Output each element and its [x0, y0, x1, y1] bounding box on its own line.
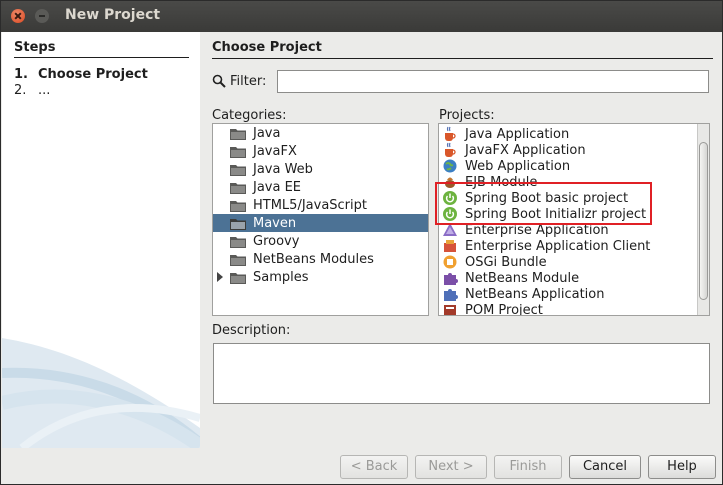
project-label: POM Project [465, 303, 543, 316]
step-number: 1. [14, 67, 28, 82]
projects-label: Projects: [439, 108, 495, 123]
project-label: Java Application [465, 127, 570, 142]
category-item-html5-javascript[interactable]: HTML5/JavaScript [213, 196, 428, 214]
category-label: Java Web [253, 162, 313, 177]
back-button[interactable]: < Back [340, 455, 408, 479]
search-icon [212, 74, 226, 88]
folder-icon [230, 255, 246, 266]
description-box [213, 343, 710, 404]
category-item-groovy[interactable]: Groovy [213, 232, 428, 250]
step-1: 1. Choose Project [14, 67, 148, 82]
category-label: NetBeans Modules [253, 252, 374, 267]
folder-icon [230, 219, 246, 230]
java-cup-icon [445, 142, 456, 157]
pom-icon [444, 305, 456, 315]
project-label: NetBeans Module [465, 271, 580, 286]
decorative-swoosh-graphic [2, 338, 200, 448]
close-window-icon[interactable] [11, 9, 25, 23]
new-project-dialog: New Project Steps 1. Choose Project 2....… [0, 0, 723, 485]
filter-label: Filter: [230, 74, 267, 89]
folder-icon [230, 237, 246, 248]
category-item-samples[interactable]: Samples [213, 268, 428, 286]
filter-input[interactable] [277, 70, 709, 93]
category-label: JavaFX [253, 144, 297, 159]
finish-button[interactable]: Finish [494, 455, 562, 479]
folder-icon [230, 147, 246, 158]
projects-scrollbar[interactable] [697, 124, 709, 315]
step-label: Choose Project [38, 67, 148, 82]
category-item-javafx[interactable]: JavaFX [213, 142, 428, 160]
category-item-netbeans-modules[interactable]: NetBeans Modules [213, 250, 428, 268]
spring-boot-highlight-box [435, 182, 652, 225]
help-button[interactable]: Help [648, 455, 716, 479]
next-button[interactable]: Next > [415, 455, 487, 479]
scrollbar-thumb[interactable] [699, 142, 708, 300]
cancel-button[interactable]: Cancel [569, 455, 641, 479]
project-label: NetBeans Application [465, 287, 605, 302]
category-label: Samples [253, 270, 309, 285]
category-label: Maven [253, 216, 297, 231]
project-label: JavaFX Application [465, 143, 586, 158]
categories-list[interactable]: Java JavaFX Java Web Java EE HTML5/JavaS… [212, 123, 429, 316]
project-label: Web Application [465, 159, 571, 174]
globe-icon [443, 159, 457, 173]
java-cup-icon [445, 126, 456, 141]
category-item-java-ee[interactable]: Java EE [213, 178, 428, 196]
app-client-icon [444, 240, 456, 252]
puzzle-icon [444, 273, 458, 285]
folder-icon [230, 165, 246, 176]
step-label: ... [38, 83, 51, 98]
category-label: Groovy [253, 234, 300, 249]
main-divider [212, 58, 713, 59]
folder-icon [230, 183, 246, 194]
project-label: Enterprise Application [465, 223, 609, 238]
category-label: Java EE [253, 180, 302, 195]
category-label: Java [253, 126, 281, 141]
category-item-java[interactable]: Java [213, 124, 428, 142]
folder-icon [230, 201, 246, 212]
minimize-window-icon[interactable] [35, 9, 49, 23]
category-label: HTML5/JavaScript [253, 198, 367, 213]
folder-icon [230, 273, 246, 284]
folder-icon [230, 129, 246, 140]
steps-heading: Steps [14, 40, 56, 55]
step-2: 2.... [14, 83, 50, 98]
window-title: New Project [65, 7, 161, 23]
step-number: 2. [14, 83, 27, 98]
categories-label: Categories: [212, 108, 287, 123]
main-heading: Choose Project [212, 40, 322, 55]
title-bar[interactable]: New Project [1, 1, 722, 32]
project-label: OSGi Bundle [465, 255, 547, 270]
steps-panel: Steps 1. Choose Project 2.... [2, 32, 200, 448]
project-item-pom-project[interactable]: POM Project [439, 301, 709, 316]
description-label: Description: [212, 323, 291, 338]
puzzle-icon [444, 289, 458, 301]
category-item-maven[interactable]: Maven [213, 214, 428, 232]
expand-arrow-icon[interactable] [217, 272, 223, 282]
osgi-icon [443, 255, 457, 269]
steps-divider [14, 57, 189, 58]
category-item-java-web[interactable]: Java Web [213, 160, 428, 178]
project-label: Enterprise Application Client [465, 239, 651, 254]
